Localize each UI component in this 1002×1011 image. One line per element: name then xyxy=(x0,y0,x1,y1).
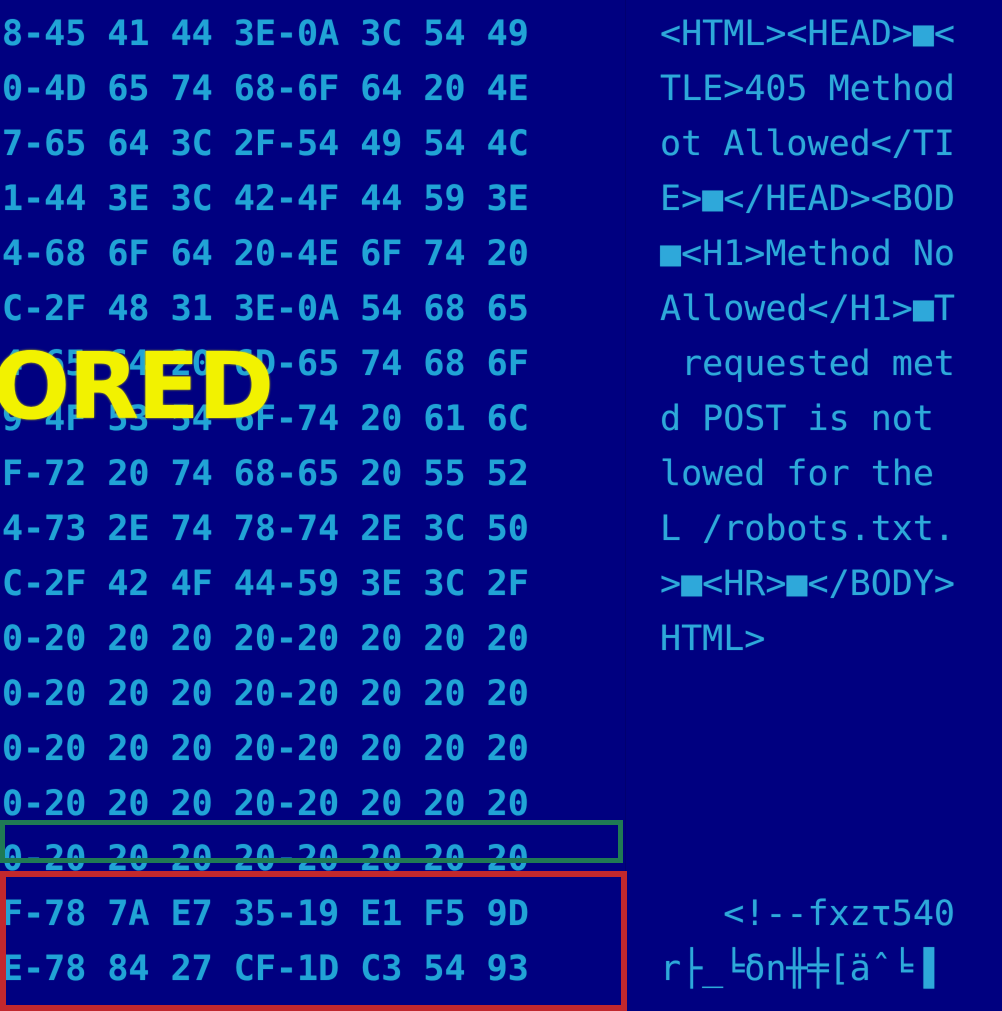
hex-row: F-72 20 74 68-65 20 55 52 xyxy=(2,454,529,494)
hex-row: C-2F 42 4F 44-59 3E 3C 2F xyxy=(2,564,529,604)
hex-row: 7-65 64 3C 2F-54 49 54 4C xyxy=(2,124,529,164)
ascii-row: >■<HR>■</BODY> xyxy=(660,564,956,604)
ascii-row: requested met xyxy=(660,344,956,384)
overlay-label: ORED xyxy=(0,333,274,440)
hex-row: 1-44 3E 3C 42-4F 44 59 3E xyxy=(2,179,529,219)
hex-row: 0-20 20 20 20-20 20 20 20 xyxy=(2,729,529,769)
hex-row: 0-4D 65 74 68-6F 64 20 4E xyxy=(2,69,529,109)
hex-row: 8-45 41 44 3E-0A 3C 54 49 xyxy=(2,14,529,54)
hex-row: C-2F 48 31 3E-0A 54 68 65 xyxy=(2,289,529,329)
pane-divider xyxy=(625,0,626,996)
ascii-row: d POST is not xyxy=(660,399,956,439)
ascii-row: ot Allowed</TI xyxy=(660,124,956,164)
ascii-row: E>■</HEAD><BOD xyxy=(660,179,956,219)
hex-row: 0-20 20 20 20-20 20 20 20 xyxy=(2,674,529,714)
hex-row: 4-73 2E 74 78-74 2E 3C 50 xyxy=(2,509,529,549)
ascii-row: Allowed</H1>■T xyxy=(660,289,956,329)
ascii-dump-pane: <HTML><HEAD>■< TLE>405 Method ot Allowed… xyxy=(648,0,1002,996)
hex-row: 4-68 6F 64 20-4E 6F 74 20 xyxy=(2,234,529,274)
ascii-row: L /robots.txt. xyxy=(660,509,956,549)
ascii-row: lowed for the xyxy=(660,454,956,494)
hex-row: 0-20 20 20 20-20 20 20 20 xyxy=(2,619,529,659)
ascii-row: TLE>405 Method xyxy=(660,69,956,109)
ascii-row: HTML> xyxy=(660,619,766,659)
ascii-row: <!--fxzτ540 xyxy=(660,894,956,934)
ascii-row: r├_╘δn╫╪[äˆ╘▐ xyxy=(660,949,934,989)
ascii-row: <HTML><HEAD>■< xyxy=(660,14,956,54)
ascii-row: ■<H1>Method No xyxy=(660,234,956,274)
green-highlight-box xyxy=(0,820,623,863)
red-highlight-box xyxy=(0,871,627,1011)
